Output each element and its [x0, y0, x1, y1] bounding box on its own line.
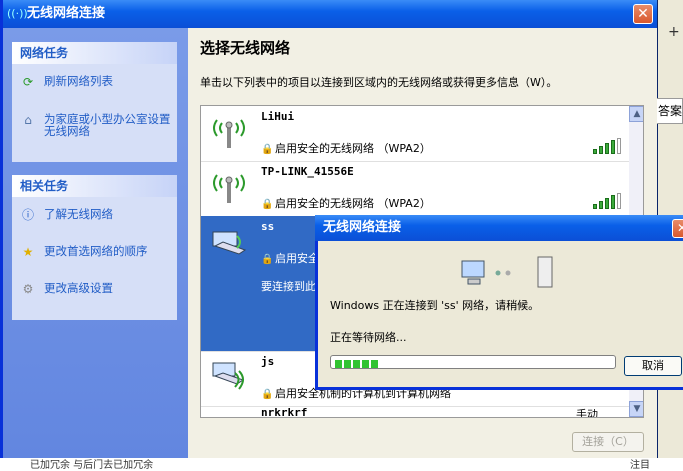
- signal-bars-icon: [593, 193, 623, 209]
- lock-icon: 🔒: [261, 254, 274, 265]
- order-label: 更改首选网络的顺序: [44, 244, 148, 258]
- title-bar: ((·)) 无线网络连接 ✕: [3, 0, 657, 28]
- computer-to-computer-icon: [212, 362, 245, 390]
- network-name: ss: [261, 220, 275, 233]
- network-item[interactable]: LiHui 🔒 启用安全的无线网络 （WPA2）: [201, 106, 629, 162]
- plus-icon: +: [668, 24, 680, 40]
- setup-label: 为家庭或小型办公室设置无线网络: [44, 112, 171, 138]
- wireless-signal-icon: [213, 119, 245, 148]
- background-answer-label: 答案: [658, 104, 683, 118]
- background-answer-field[interactable]: 答案: [655, 98, 683, 124]
- wireless-icon: ((·)): [7, 7, 28, 20]
- dialog-close-button[interactable]: ✕: [672, 219, 683, 238]
- network-name: TP-LINK_41556E: [261, 165, 354, 178]
- network-security: 手动: [576, 408, 598, 418]
- setup-icon: ⌂: [24, 113, 32, 127]
- wireless-signal-icon: [213, 174, 245, 203]
- progress-fill: [335, 358, 380, 368]
- window-title: 无线网络连接: [27, 6, 106, 21]
- refresh-network-list-link[interactable]: ⟳ 刷新网络列表: [20, 74, 172, 94]
- background-bottom-strip: 已加冗余 与后门去已加冗余 注目: [0, 458, 683, 471]
- refresh-icon: ⟳: [22, 75, 34, 89]
- network-security: 🔒 启用安全: [261, 252, 319, 265]
- dialog-status: 正在等待网络...: [330, 331, 407, 344]
- network-item[interactable]: TP-LINK_41556E 🔒 启用安全的无线网络 （WPA2）: [201, 161, 629, 217]
- dialog-title: 无线网络连接: [315, 215, 683, 241]
- connecting-dialog: 无线网络连接 ✕ Windows 正在连接到 'ss' 网络，请稍候。 正在等待…: [315, 215, 683, 390]
- scroll-down-icon[interactable]: ▼: [629, 401, 643, 417]
- network-security: 🔒 启用安全的无线网络 （WPA2）: [261, 197, 431, 210]
- refresh-label: 刷新网络列表: [44, 74, 113, 88]
- setup-home-network-link[interactable]: ⌂ 为家庭或小型办公室设置无线网络: [20, 112, 172, 142]
- network-item[interactable]: nrkrkrf 手动: [201, 406, 629, 418]
- star-icon: ★: [22, 245, 34, 259]
- wrench-icon: ⚙: [22, 282, 34, 296]
- page-title: 选择无线网络: [200, 39, 291, 57]
- network-tasks-title: 网络任务: [12, 42, 177, 64]
- lock-icon: 🔒: [261, 144, 274, 155]
- info-icon: ⓘ: [21, 208, 34, 222]
- related-tasks-title: 相关任务: [12, 175, 177, 197]
- network-connect-hint: 要连接到此: [261, 280, 316, 293]
- progress-bar: [330, 355, 616, 369]
- lock-icon: 🔒: [261, 389, 274, 400]
- network-name: js: [261, 355, 275, 368]
- dialog-message: Windows 正在连接到 'ss' 网络，请稍候。: [330, 299, 540, 312]
- network-security: 🔒 启用安全的无线网络 （WPA2）: [261, 142, 431, 155]
- connecting-animation-icon: [461, 256, 553, 288]
- learn-wireless-link[interactable]: ⓘ 了解无线网络: [20, 207, 172, 227]
- change-advanced-settings-link[interactable]: ⚙ 更改高级设置: [20, 281, 172, 301]
- related-tasks-panel: 相关任务 ⓘ 了解无线网络 ★ 更改首选网络的顺序 ⚙ 更改高级设置: [12, 175, 177, 320]
- advanced-label: 更改高级设置: [44, 281, 113, 295]
- page-description: 单击以下列表中的项目以连接到区域内的无线网络或获得更多信息（W）。: [200, 76, 558, 89]
- connect-button[interactable]: 连接（C）: [572, 432, 644, 452]
- scroll-up-icon[interactable]: ▲: [629, 106, 643, 122]
- learn-label: 了解无线网络: [44, 207, 113, 221]
- close-button[interactable]: ✕: [633, 4, 653, 24]
- change-preferred-order-link[interactable]: ★ 更改首选网络的顺序: [20, 244, 172, 264]
- computer-network-icon: [212, 231, 247, 255]
- network-name: nrkrkrf: [261, 406, 308, 418]
- signal-bars-icon: [593, 138, 623, 154]
- lock-icon: 🔒: [261, 199, 274, 210]
- network-tasks-panel: 网络任务 ⟳ 刷新网络列表 ⌂ 为家庭或小型办公室设置无线网络: [12, 42, 177, 162]
- network-name: LiHui: [261, 110, 295, 123]
- cancel-button[interactable]: 取消: [624, 356, 682, 376]
- task-sidebar: 网络任务 ⟳ 刷新网络列表 ⌂ 为家庭或小型办公室设置无线网络 相关任务 ⓘ 了…: [3, 28, 188, 462]
